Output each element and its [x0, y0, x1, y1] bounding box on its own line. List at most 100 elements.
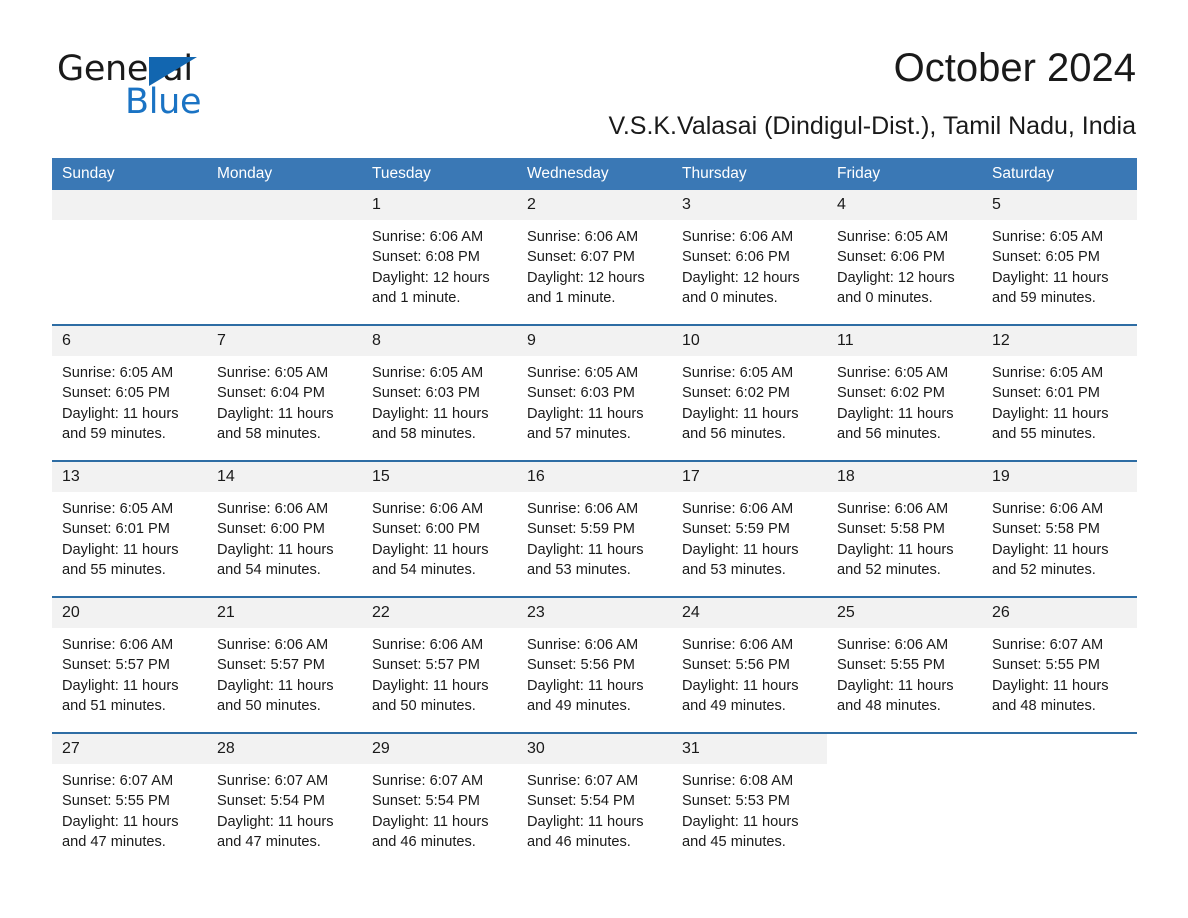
- sunset-text: Sunset: 6:05 PM: [992, 249, 1100, 266]
- daylight-text-line1: Daylight: 11 hours: [62, 405, 179, 422]
- daylight-text-line1: Daylight: 11 hours: [682, 677, 799, 694]
- sunset-text: Sunset: 6:00 PM: [372, 521, 480, 538]
- calendar-cell: 16 Sunrise: 6:06 AM Sunset: 5:59 PM Dayligh…: [517, 460, 672, 597]
- general-blue-logo: General Blue: [57, 52, 217, 120]
- calendar-cell: 23 Sunrise: 6:06 AM Sunset: 5:56 PM Dayligh…: [517, 596, 672, 733]
- calendar-day-cell[interactable]: 8 Sunrise: 6:05 AM Sunset: 6:03 PM Daylight…: [362, 326, 517, 460]
- calendar-day-details: Sunrise: 6:07 AM Sunset: 5:54 PM Daylight:…: [517, 764, 672, 852]
- calendar-day-cell[interactable]: 26 Sunrise: 6:07 AM Sunset: 5:55 PM Dayligh…: [982, 598, 1137, 732]
- calendar-day-cell[interactable]: 17 Sunrise: 6:06 AM Sunset: 5:59 PM Dayligh…: [672, 462, 827, 596]
- calendar-day-details: Sunrise: 6:06 AM Sunset: 6:00 PM Daylight:…: [207, 492, 362, 580]
- sunset-text: Sunset: 5:53 PM: [682, 793, 790, 810]
- calendar-day-number: 5: [982, 190, 1137, 220]
- calendar-day-cell[interactable]: 5 Sunrise: 6:05 AM Sunset: 6:05 PM Daylight…: [982, 190, 1137, 324]
- sunset-text: Sunset: 5:54 PM: [527, 793, 635, 810]
- sunrise-text: Sunrise: 6:05 AM: [837, 229, 949, 245]
- calendar-day-cell[interactable]: 23 Sunrise: 6:06 AM Sunset: 5:56 PM Dayligh…: [517, 598, 672, 732]
- weekday-header-monday: Monday: [207, 158, 362, 190]
- sunset-text: Sunset: 6:03 PM: [372, 385, 480, 402]
- sunrise-text: Sunrise: 6:06 AM: [527, 637, 639, 653]
- calendar-day-cell[interactable]: 13 Sunrise: 6:05 AM Sunset: 6:01 PM Dayligh…: [52, 462, 207, 596]
- calendar-day-cell[interactable]: 12 Sunrise: 6:05 AM Sunset: 6:01 PM Dayligh…: [982, 326, 1137, 460]
- calendar-day-cell[interactable]: 20 Sunrise: 6:06 AM Sunset: 5:57 PM Dayligh…: [52, 598, 207, 732]
- sunset-text: Sunset: 5:57 PM: [372, 657, 480, 674]
- sunrise-text: Sunrise: 6:06 AM: [837, 637, 949, 653]
- sunrise-text: Sunrise: 6:06 AM: [682, 229, 794, 245]
- calendar-day-cell[interactable]: 2 Sunrise: 6:06 AM Sunset: 6:07 PM Daylight…: [517, 190, 672, 324]
- calendar-day-details: Sunrise: 6:06 AM Sunset: 5:57 PM Daylight:…: [52, 628, 207, 716]
- daylight-text-line1: Daylight: 11 hours: [837, 677, 954, 694]
- sunrise-text: Sunrise: 6:06 AM: [62, 637, 174, 653]
- sunrise-text: Sunrise: 6:05 AM: [62, 365, 174, 381]
- calendar-day-cell[interactable]: 24 Sunrise: 6:06 AM Sunset: 5:56 PM Dayligh…: [672, 598, 827, 732]
- calendar-day-cell[interactable]: 21 Sunrise: 6:06 AM Sunset: 5:57 PM Dayligh…: [207, 598, 362, 732]
- calendar-cell: 22 Sunrise: 6:06 AM Sunset: 5:57 PM Dayligh…: [362, 596, 517, 733]
- sunrise-text: Sunrise: 6:05 AM: [682, 365, 794, 381]
- sunset-text: Sunset: 6:02 PM: [682, 385, 790, 402]
- sunset-text: Sunset: 5:56 PM: [527, 657, 635, 674]
- calendar-day-cell[interactable]: 7 Sunrise: 6:05 AM Sunset: 6:04 PM Daylight…: [207, 326, 362, 460]
- calendar-day-cell[interactable]: 25 Sunrise: 6:06 AM Sunset: 5:55 PM Dayligh…: [827, 598, 982, 732]
- sunrise-text: Sunrise: 6:06 AM: [682, 501, 794, 517]
- calendar-week-row: 1 Sunrise: 6:06 AM Sunset: 6:08 PM Daylight…: [52, 190, 1137, 325]
- daylight-text-line2: and 1 minute.: [527, 289, 616, 306]
- daylight-text-line1: Daylight: 11 hours: [527, 541, 644, 558]
- calendar-day-cell[interactable]: 30 Sunrise: 6:07 AM Sunset: 5:54 PM Dayligh…: [517, 734, 672, 868]
- sunset-text: Sunset: 5:55 PM: [992, 657, 1100, 674]
- calendar-day-cell[interactable]: 19 Sunrise: 6:06 AM Sunset: 5:58 PM Dayligh…: [982, 462, 1137, 596]
- sunset-text: Sunset: 6:01 PM: [992, 385, 1100, 402]
- calendar-day-number: 1: [362, 190, 517, 220]
- calendar-day-cell[interactable]: 11 Sunrise: 6:05 AM Sunset: 6:02 PM Dayligh…: [827, 326, 982, 460]
- calendar-day-cell[interactable]: 6 Sunrise: 6:05 AM Sunset: 6:05 PM Daylight…: [52, 326, 207, 460]
- sunrise-text: Sunrise: 6:05 AM: [217, 365, 329, 381]
- calendar-day-details: Sunrise: 6:06 AM Sunset: 5:57 PM Daylight:…: [207, 628, 362, 716]
- calendar-day-cell[interactable]: 29 Sunrise: 6:07 AM Sunset: 5:54 PM Dayligh…: [362, 734, 517, 868]
- calendar-cell: 25 Sunrise: 6:06 AM Sunset: 5:55 PM Dayligh…: [827, 596, 982, 733]
- sunrise-text: Sunrise: 6:06 AM: [992, 501, 1104, 517]
- sunrise-text: Sunrise: 6:07 AM: [217, 773, 329, 789]
- calendar-day-cell[interactable]: 4 Sunrise: 6:05 AM Sunset: 6:06 PM Daylight…: [827, 190, 982, 324]
- calendar-cell: 31 Sunrise: 6:08 AM Sunset: 5:53 PM Dayligh…: [672, 732, 827, 868]
- daylight-text-line1: Daylight: 11 hours: [372, 677, 489, 694]
- calendar-day-number: 23: [517, 598, 672, 628]
- calendar-day-cell[interactable]: 9 Sunrise: 6:05 AM Sunset: 6:03 PM Daylight…: [517, 326, 672, 460]
- calendar-week-row: 20 Sunrise: 6:06 AM Sunset: 5:57 PM Dayligh…: [52, 596, 1137, 733]
- calendar-day-cell[interactable]: 28 Sunrise: 6:07 AM Sunset: 5:54 PM Dayligh…: [207, 734, 362, 868]
- weekday-header-sunday: Sunday: [52, 158, 207, 190]
- daylight-text-line2: and 46 minutes.: [527, 833, 631, 850]
- calendar-cell: 9 Sunrise: 6:05 AM Sunset: 6:03 PM Daylight…: [517, 324, 672, 461]
- calendar-day-cell[interactable]: 10 Sunrise: 6:05 AM Sunset: 6:02 PM Dayligh…: [672, 326, 827, 460]
- daylight-text-line1: Daylight: 11 hours: [62, 813, 179, 830]
- calendar-day-cell[interactable]: 22 Sunrise: 6:06 AM Sunset: 5:57 PM Dayligh…: [362, 598, 517, 732]
- calendar-day-number: 24: [672, 598, 827, 628]
- calendar-week-row: 6 Sunrise: 6:05 AM Sunset: 6:05 PM Daylight…: [52, 324, 1137, 461]
- calendar-day-details: Sunrise: 6:06 AM Sunset: 5:58 PM Daylight:…: [982, 492, 1137, 580]
- calendar-day-cell-empty: [52, 190, 207, 324]
- calendar-day-details: Sunrise: 6:05 AM Sunset: 6:02 PM Daylight:…: [827, 356, 982, 444]
- calendar-day-details: Sunrise: 6:06 AM Sunset: 5:59 PM Daylight:…: [672, 492, 827, 580]
- daylight-text-line2: and 57 minutes.: [527, 425, 631, 442]
- calendar-day-number: 7: [207, 326, 362, 356]
- calendar-cell: 17 Sunrise: 6:06 AM Sunset: 5:59 PM Dayligh…: [672, 460, 827, 597]
- daylight-text-line2: and 54 minutes.: [372, 561, 476, 578]
- calendar-day-details: Sunrise: 6:06 AM Sunset: 5:56 PM Daylight:…: [672, 628, 827, 716]
- calendar-day-number: 13: [52, 462, 207, 492]
- calendar-day-cell[interactable]: 3 Sunrise: 6:06 AM Sunset: 6:06 PM Daylight…: [672, 190, 827, 324]
- calendar-day-cell[interactable]: 27 Sunrise: 6:07 AM Sunset: 5:55 PM Dayligh…: [52, 734, 207, 868]
- calendar-day-cell[interactable]: 18 Sunrise: 6:06 AM Sunset: 5:58 PM Dayligh…: [827, 462, 982, 596]
- sunrise-text: Sunrise: 6:06 AM: [527, 501, 639, 517]
- calendar-day-number: 15: [362, 462, 517, 492]
- calendar-day-cell[interactable]: 16 Sunrise: 6:06 AM Sunset: 5:59 PM Dayligh…: [517, 462, 672, 596]
- sunrise-text: Sunrise: 6:05 AM: [837, 365, 949, 381]
- calendar-day-cell[interactable]: 14 Sunrise: 6:06 AM Sunset: 6:00 PM Dayligh…: [207, 462, 362, 596]
- calendar-day-cell[interactable]: 1 Sunrise: 6:06 AM Sunset: 6:08 PM Daylight…: [362, 190, 517, 324]
- calendar-day-number: 29: [362, 734, 517, 764]
- calendar-day-cell[interactable]: 31 Sunrise: 6:08 AM Sunset: 5:53 PM Dayligh…: [672, 734, 827, 868]
- daylight-text-line2: and 59 minutes.: [62, 425, 166, 442]
- calendar-cell: [52, 190, 207, 325]
- daylight-text-line1: Daylight: 12 hours: [527, 269, 645, 286]
- calendar-day-cell-empty: [207, 190, 362, 324]
- calendar-day-cell[interactable]: 15 Sunrise: 6:06 AM Sunset: 6:00 PM Dayligh…: [362, 462, 517, 596]
- calendar-cell: 30 Sunrise: 6:07 AM Sunset: 5:54 PM Dayligh…: [517, 732, 672, 868]
- daylight-text-line2: and 48 minutes.: [837, 697, 941, 714]
